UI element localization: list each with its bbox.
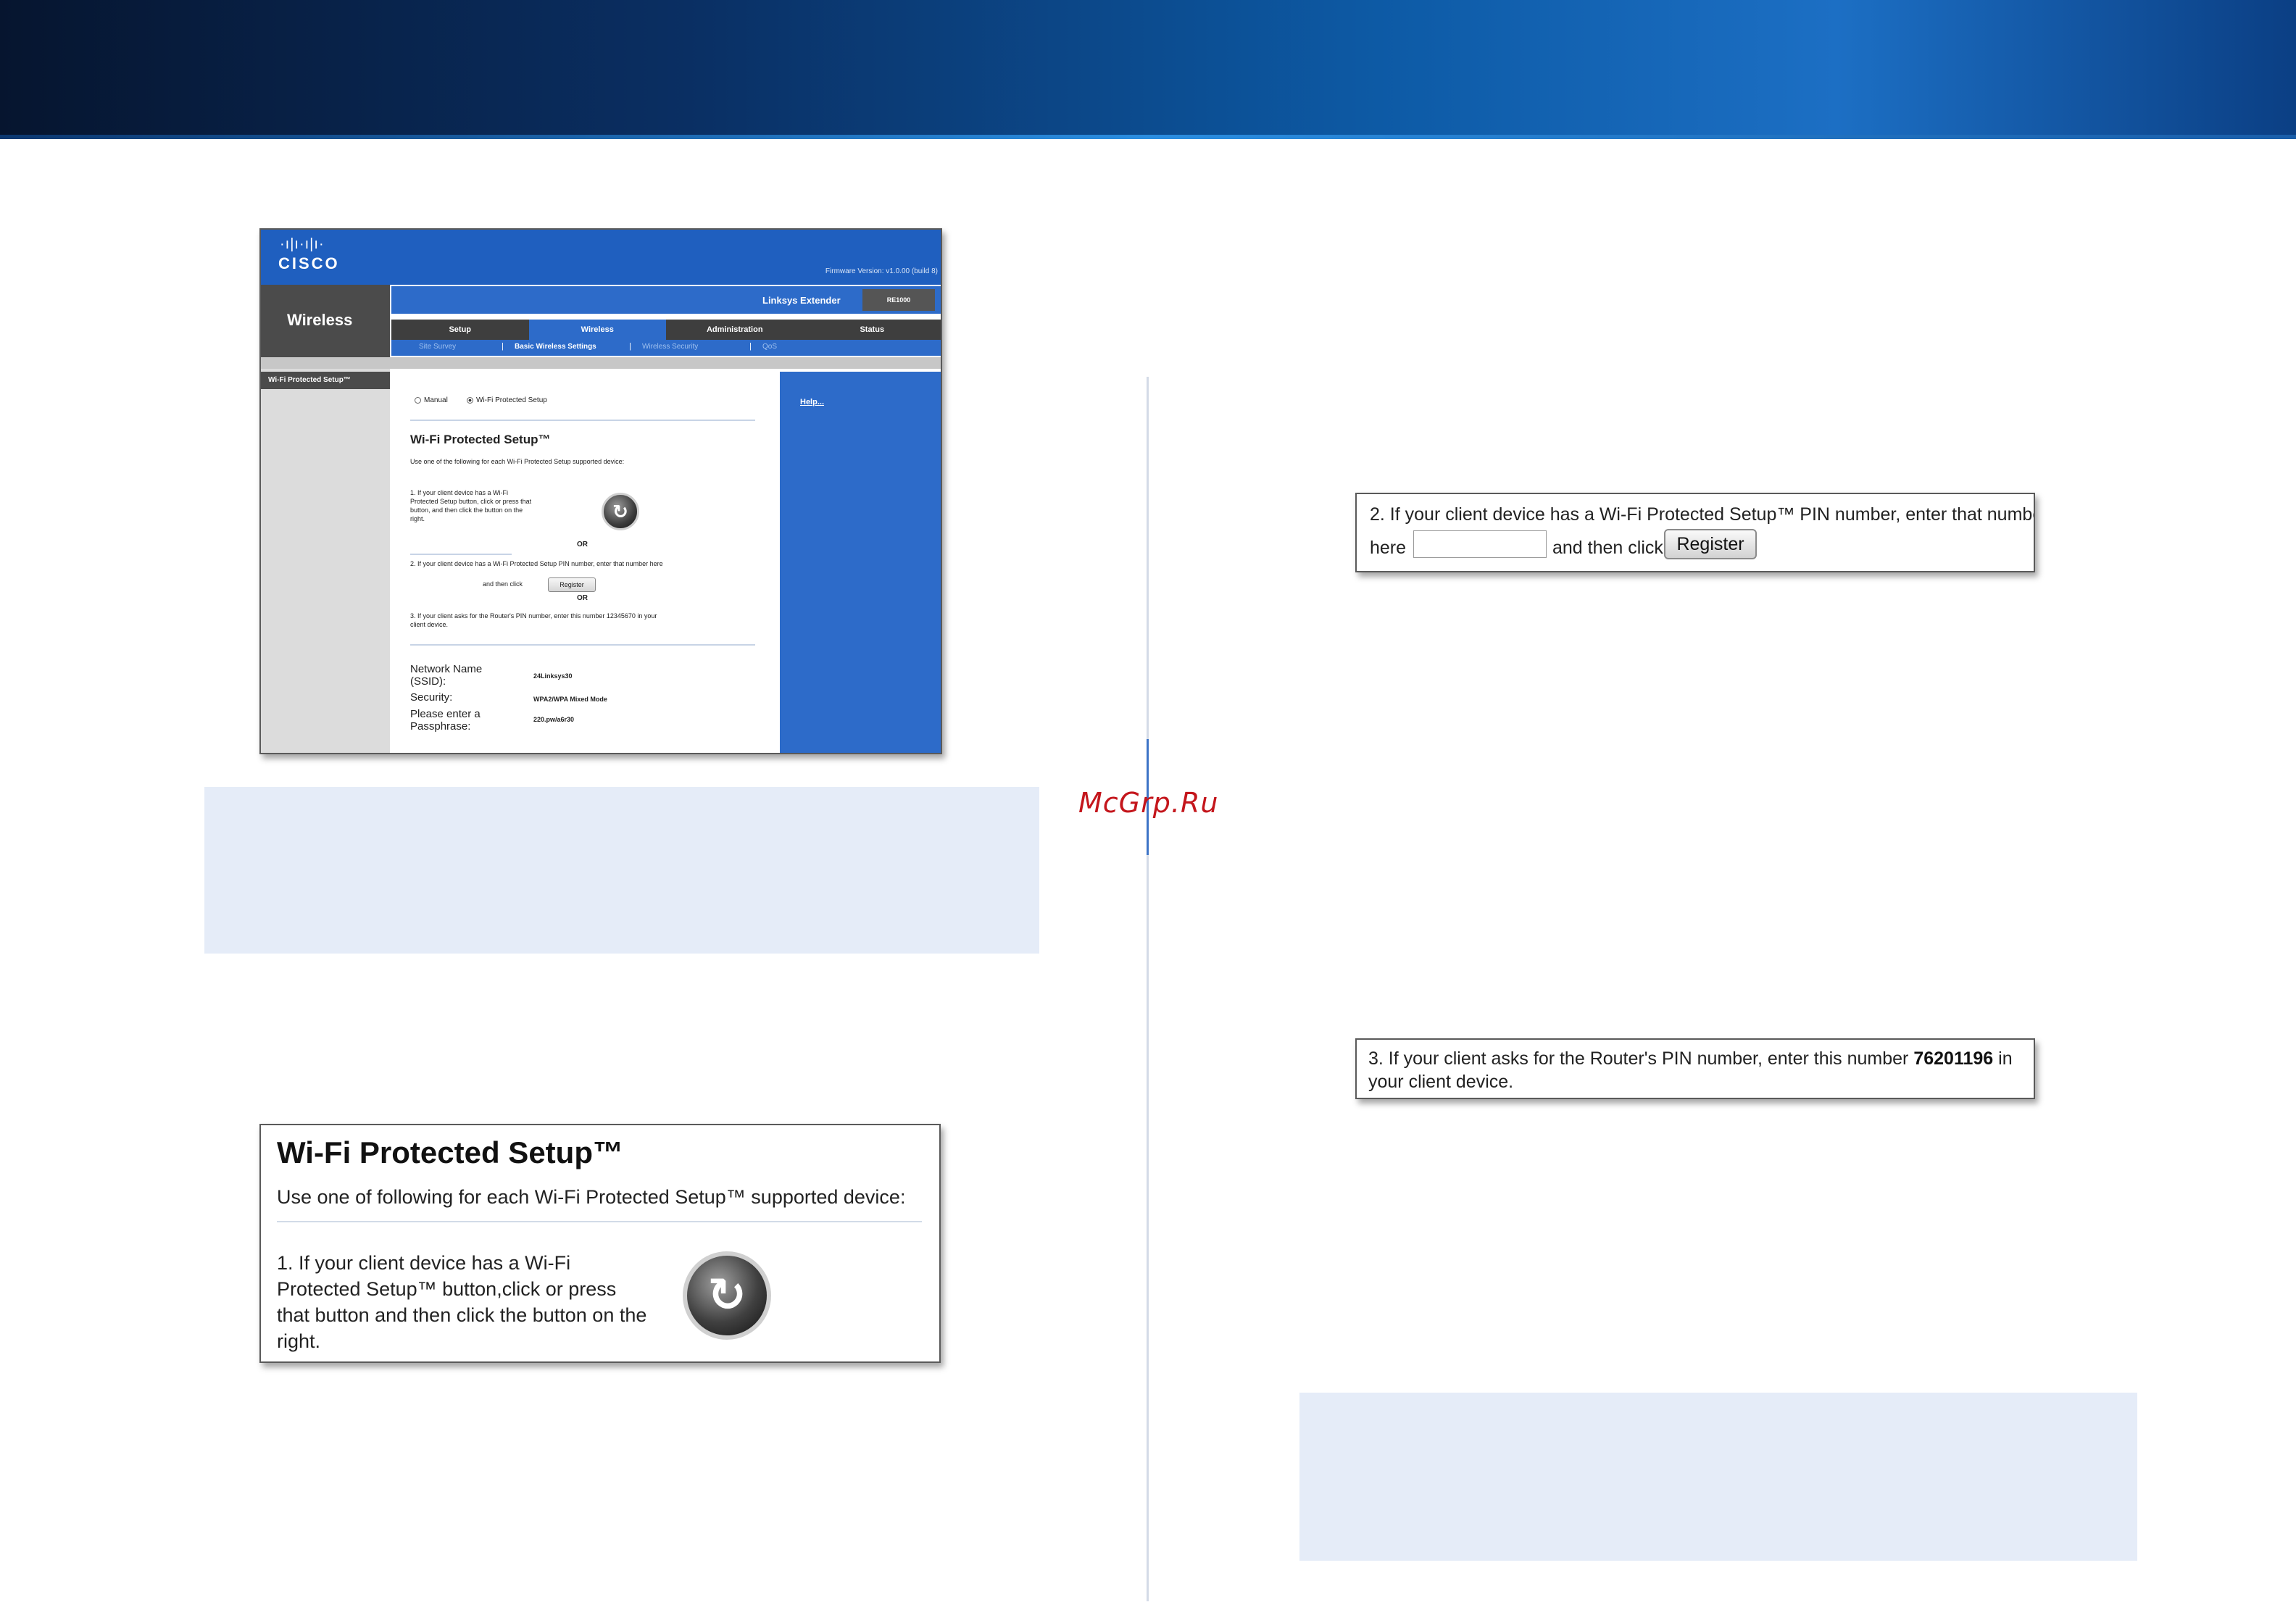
pin-here-label: here	[1370, 538, 1407, 558]
watermark: McGrp.Ru	[1078, 787, 1219, 819]
router-pin-screenshot: 3. If your client asks for the Router's …	[1355, 1038, 2035, 1099]
subtab-basic-wireless[interactable]: Basic Wireless Settings	[515, 343, 596, 351]
step1-line: 1. If your client device has a Wi-Fi	[410, 489, 509, 496]
client-pin-input[interactable]	[1413, 530, 1547, 558]
tab-wireless[interactable]: Wireless	[528, 320, 666, 340]
step2-then: and then click	[483, 580, 523, 588]
router-pin-text-before: 3. If your client asks for the Router's …	[1368, 1048, 1914, 1069]
firmware-version: Firmware Version: v1.0.00 (build 8)	[825, 267, 938, 275]
tab-administration[interactable]: Administration	[666, 320, 804, 340]
wps-push-button-icon[interactable]: ↻	[602, 493, 639, 530]
subtab-qos[interactable]: QoS	[762, 343, 777, 351]
pin-instruction: 2. If your client device has a Wi-Fi Pro…	[1370, 504, 2035, 525]
subtab-site-survey[interactable]: Site Survey	[419, 343, 456, 351]
wps-title: Wi-Fi Protected Setup™	[277, 1135, 623, 1169]
or-label: OR	[577, 541, 588, 549]
sidebar	[261, 369, 390, 753]
divider	[410, 420, 755, 421]
step2-line: 2. If your client device has a Wi-Fi Pro…	[410, 560, 663, 567]
pin-register-screenshot: 2. If your client device has a Wi-Fi Pro…	[1355, 493, 2035, 572]
note-box	[1299, 1393, 2137, 1561]
field-label-ssid: Network Name	[410, 663, 483, 675]
field-label-security: Security:	[410, 691, 453, 704]
wps-heading: Wi-Fi Protected Setup™	[410, 433, 551, 446]
field-label-passphrase-2: Passphrase:	[410, 720, 471, 733]
wps-step1-text: 1. If your client device has a Wi-Fi Pro…	[277, 1252, 647, 1352]
field-value-ssid: 24Linksys30	[533, 672, 573, 680]
register-button-small[interactable]: Register	[548, 577, 596, 592]
tab-status[interactable]: Status	[804, 320, 941, 340]
router-pin-text: 3. If your client asks for the Router's …	[1368, 1047, 2021, 1093]
column-divider	[1147, 377, 1149, 1601]
product-label: Linksys Extender	[762, 295, 841, 306]
help-panel	[780, 372, 941, 753]
field-value-security: WPA2/WPA Mixed Mode	[533, 696, 607, 703]
model-badge: RE1000	[862, 289, 935, 311]
router-ui-screenshot: ·ı|ı·ı|ı· CISCO Firmware Version: v1.0.0…	[259, 228, 942, 754]
divider-short	[410, 554, 512, 555]
main-tabs: Setup Wireless Administration Status	[391, 320, 941, 340]
separator-strip	[261, 357, 941, 369]
header-banner	[0, 0, 2296, 139]
help-link[interactable]: Help...	[800, 398, 824, 406]
subtab-separator: |	[629, 342, 631, 351]
field-label-passphrase: Please enter a	[410, 708, 481, 720]
or-label: OR	[577, 594, 588, 602]
cisco-logo-bars: ·ı|ı·ı|ı·	[280, 236, 325, 252]
tab-setup[interactable]: Setup	[391, 320, 529, 340]
radio-wps-label: Wi-Fi Protected Setup	[476, 396, 547, 404]
step1-line: Protected Setup button, click or press t…	[410, 498, 532, 505]
register-button[interactable]: Register	[1664, 529, 1757, 559]
router-topbar	[261, 230, 941, 285]
radio-manual[interactable]: Manual	[415, 396, 448, 405]
divider	[277, 1221, 922, 1222]
radio-wps[interactable]: Wi-Fi Protected Setup	[467, 396, 547, 405]
wps-zoom-screenshot: Wi-Fi Protected Setup™ Use one of follow…	[259, 1124, 941, 1363]
radio-manual-label: Manual	[424, 396, 448, 404]
router-pin-number: 76201196	[1913, 1048, 1994, 1069]
sub-tabs: Site Survey | Basic Wireless Settings | …	[391, 340, 941, 356]
step3-line: client device.	[410, 621, 449, 628]
wps-intro: Use one of the following for each Wi-Fi …	[410, 458, 625, 465]
divider	[410, 644, 755, 646]
radio-manual-control[interactable]	[415, 396, 421, 404]
cisco-logo: CISCO	[278, 254, 340, 272]
field-label-ssid-2: (SSID):	[410, 675, 446, 688]
product-bar	[391, 286, 941, 314]
step3-line: 3. If your client asks for the Router's …	[410, 612, 657, 620]
page-title: Wireless	[287, 311, 353, 329]
sidebar-heading: Wi-Fi Protected Setup™	[261, 372, 390, 389]
subtab-separator: |	[502, 342, 504, 351]
wps-push-button-icon[interactable]: ↻	[683, 1251, 771, 1340]
field-value-passphrase: 220.pw/a6r30	[533, 716, 575, 723]
pin-then-label: and then click	[1552, 538, 1663, 558]
step1-line: right.	[410, 515, 425, 522]
radio-wps-control[interactable]	[467, 396, 473, 404]
subtab-wireless-security[interactable]: Wireless Security	[642, 343, 698, 351]
note-box	[204, 787, 1039, 954]
wps-subtitle: Use one of following for each Wi-Fi Prot…	[277, 1186, 906, 1208]
step1-line: button, and then click the button on the	[410, 506, 523, 514]
subtab-separator: |	[749, 342, 752, 351]
